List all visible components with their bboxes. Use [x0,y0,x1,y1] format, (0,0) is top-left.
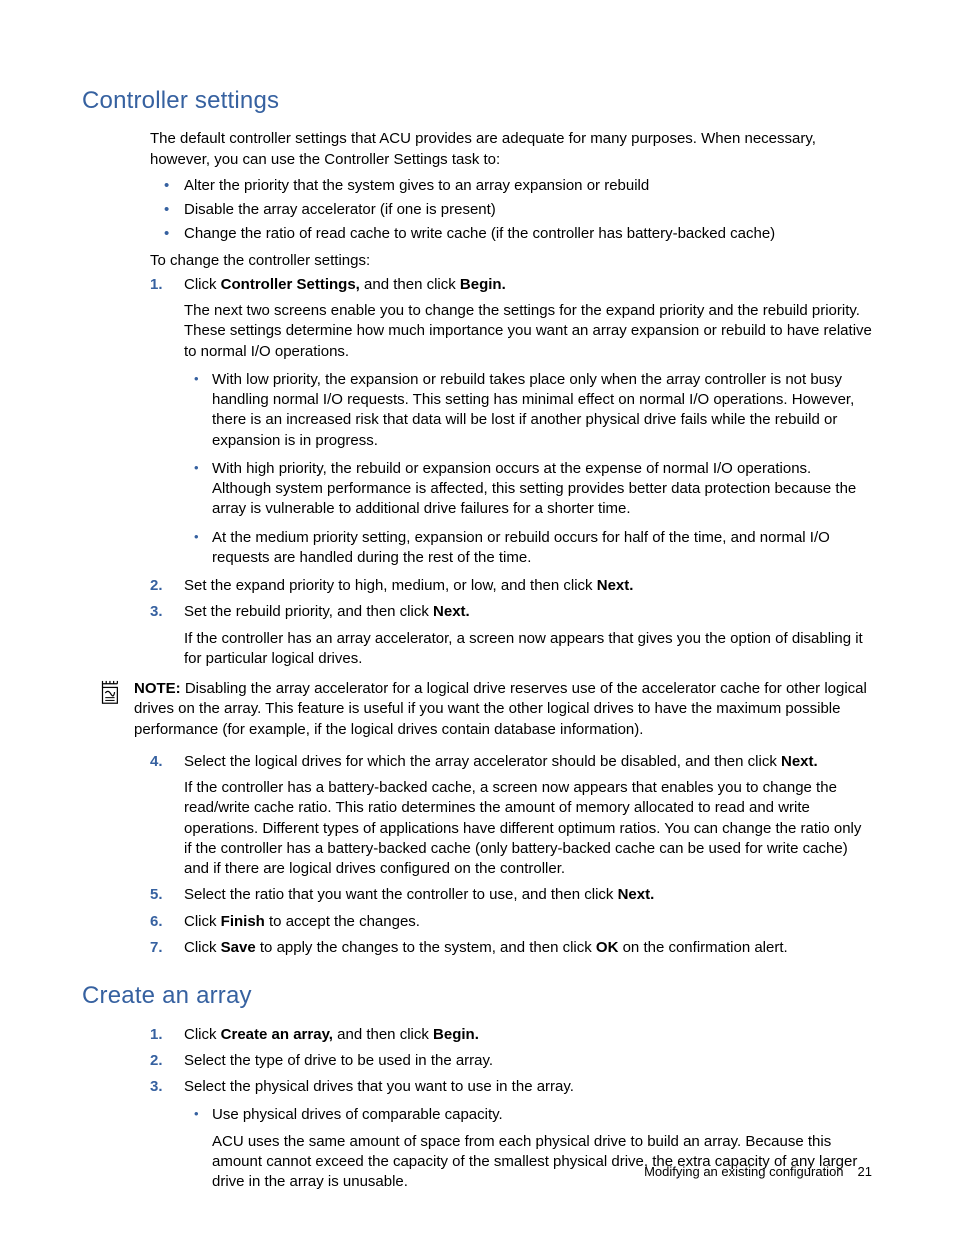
step-4: Select the logical drives for which the … [150,752,872,880]
section-create-array: Create an array Click Create an array, a… [82,980,872,1192]
sub-bullet: With low priority, the expansion or rebu… [184,370,872,451]
intro-paragraph: The default controller settings that ACU… [150,129,872,170]
bullet-item: Disable the array accelerator (if one is… [150,200,872,220]
sub-bullet: At the medium priority setting, expansio… [184,528,872,569]
content-controller-cont: Select the logical drives for which the … [150,752,872,958]
note-icon [96,680,122,706]
step-followup: The next two screens enable you to chang… [184,301,872,362]
bullet-item: Change the ratio of read cache to write … [150,224,872,244]
sub-followup: ACU uses the same amount of space from e… [212,1132,872,1193]
step-3: Set the rebuild priority, and then click… [150,602,872,669]
heading-controller-settings: Controller settings [82,85,872,117]
step-1: Click Controller Settings, and then clic… [150,275,872,568]
step-2: Set the expand priority to high, medium,… [150,576,872,596]
heading-create-array: Create an array [82,980,872,1012]
steps-list-cont: Select the logical drives for which the … [150,752,872,958]
sub-bullet: With high priority, the rebuild or expan… [184,459,872,520]
step-7: Click Save to apply the changes to the s… [150,938,872,958]
steps-list: Click Controller Settings, and then clic… [150,275,872,669]
content-controller: The default controller settings that ACU… [150,129,872,669]
step-6: Click Finish to accept the changes. [150,912,872,932]
sub-bullets: With low priority, the expansion or rebu… [184,370,872,568]
step-followup: If the controller has a battery-backed c… [184,778,872,879]
note-text: NOTE: Disabling the array accelerator fo… [134,679,872,740]
intro-bullets: Alter the priority that the system gives… [150,176,872,245]
step-2: Select the type of drive to be used in t… [150,1051,872,1071]
note-block: NOTE: Disabling the array accelerator fo… [96,679,872,744]
page-number: 21 [858,1164,872,1179]
section-controller-settings: Controller settings The default controll… [82,85,872,958]
step-1: Click Create an array, and then click Be… [150,1025,872,1045]
footer-title: Modifying an existing configuration [644,1164,843,1179]
step-5: Select the ratio that you want the contr… [150,885,872,905]
bullet-item: Alter the priority that the system gives… [150,176,872,196]
page-footer: Modifying an existing configuration 21 [644,1163,872,1181]
lead-text: To change the controller settings: [150,251,872,271]
step-followup: If the controller has an array accelerat… [184,629,872,670]
